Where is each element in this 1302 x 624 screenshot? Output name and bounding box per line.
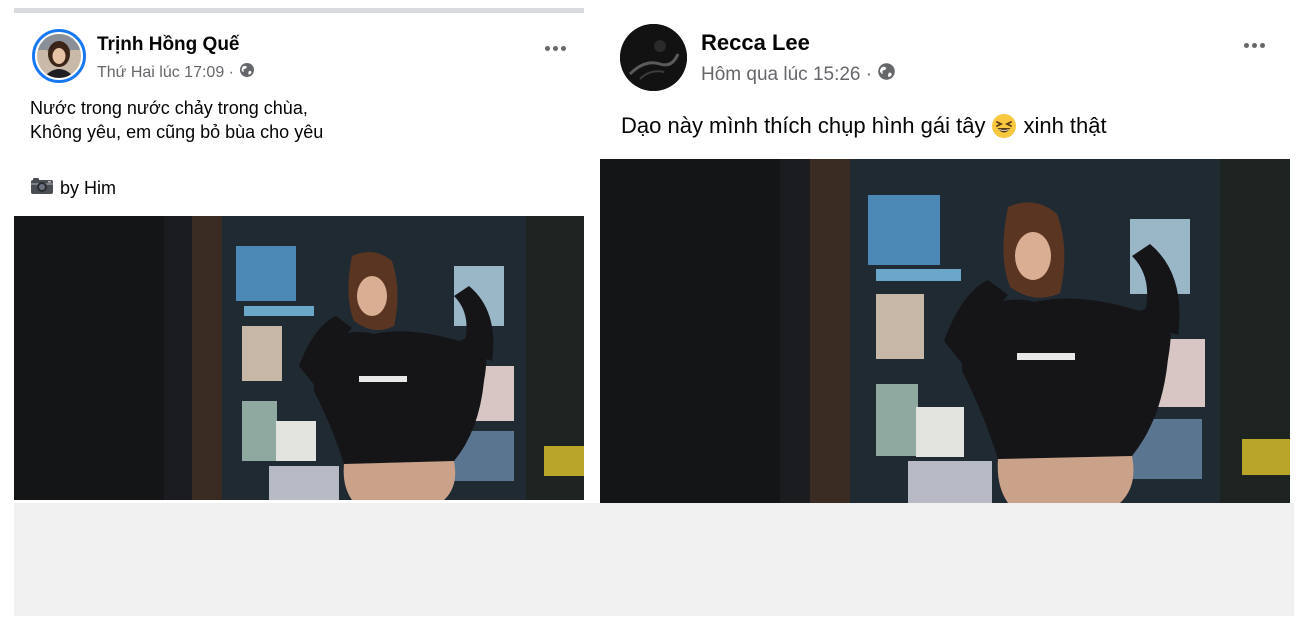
post-caption-line: Nước trong nước chảy trong chùa, bbox=[30, 98, 308, 118]
author-avatar[interactable] bbox=[32, 29, 86, 83]
post-caption-text: xinh thật bbox=[1023, 113, 1107, 138]
author-name[interactable]: Recca Lee bbox=[701, 30, 810, 56]
more-options-icon[interactable] bbox=[545, 46, 566, 51]
post-meta: Thứ Hai lúc 17:09 · bbox=[97, 62, 255, 83]
grinning-squinting-face-icon bbox=[991, 113, 1017, 139]
photo-credit-text: by Him bbox=[60, 178, 117, 198]
more-options-icon[interactable] bbox=[1244, 43, 1265, 48]
camera-icon bbox=[30, 175, 54, 201]
post-timestamp[interactable]: Thứ Hai lúc 17:09 · bbox=[97, 64, 234, 82]
feed-screenshot: Trịnh Hồng Quế Thứ Hai lúc 17:09 · Nước … bbox=[0, 0, 1302, 624]
post-meta: Hôm qua lúc 15:26 · bbox=[701, 62, 896, 87]
globe-icon[interactable] bbox=[239, 62, 255, 83]
post-photo[interactable] bbox=[14, 216, 584, 500]
globe-icon[interactable] bbox=[877, 62, 896, 87]
feed-background bbox=[14, 503, 1294, 616]
post-caption-line: Không yêu, em cũng bỏ bùa cho yêu bbox=[30, 122, 324, 142]
post-card: Recca Lee Hôm qua lúc 15:26 · Dạo này mì… bbox=[600, 0, 1290, 503]
post-photo[interactable] bbox=[600, 159, 1290, 503]
photo-credit: by Him bbox=[30, 175, 116, 201]
post-timestamp[interactable]: Hôm qua lúc 15:26 · bbox=[701, 64, 872, 86]
post-caption-text: Dạo này mình thích chụp hình gái tây bbox=[621, 113, 986, 138]
author-name[interactable]: Trịnh Hồng Quế bbox=[97, 34, 240, 56]
author-avatar[interactable] bbox=[620, 24, 687, 91]
post-card: Trịnh Hồng Quế Thứ Hai lúc 17:09 · Nước … bbox=[14, 13, 584, 500]
post-caption: Dạo này mình thích chụp hình gái tây xin… bbox=[621, 112, 1107, 140]
